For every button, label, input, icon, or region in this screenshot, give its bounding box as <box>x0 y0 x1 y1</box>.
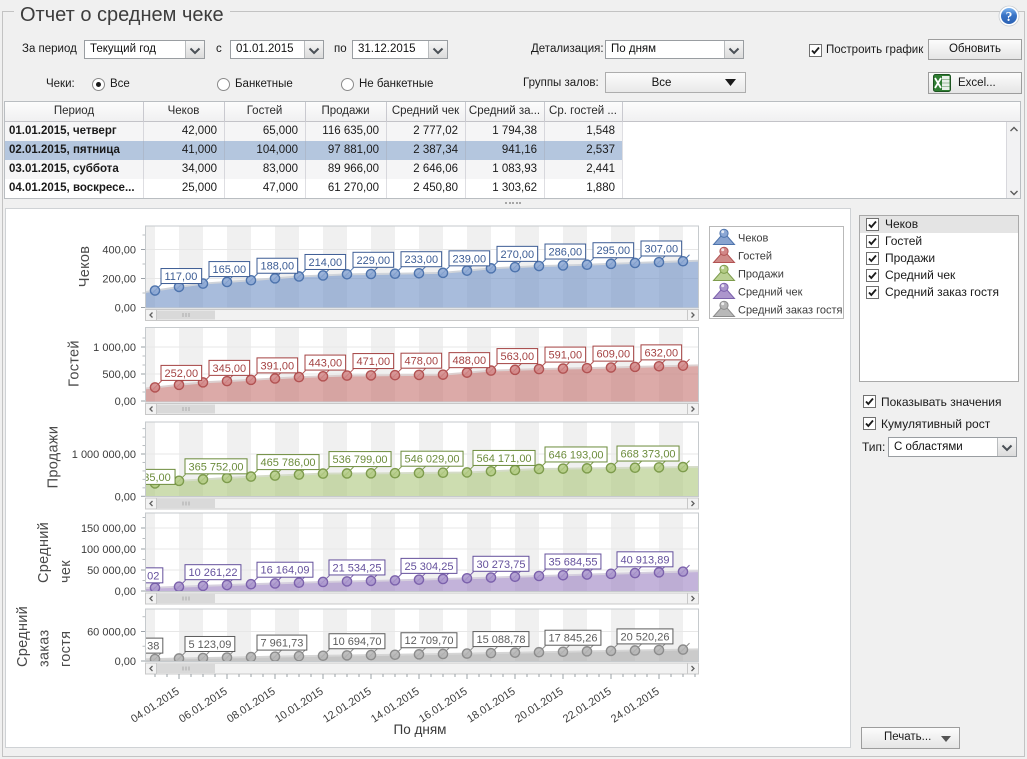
svg-text:15 088,78: 15 088,78 <box>477 634 526 646</box>
svg-text:443,00: 443,00 <box>309 358 343 370</box>
svg-text:заказ: заказ <box>37 630 53 667</box>
svg-text:25 304,25: 25 304,25 <box>405 561 454 573</box>
svg-text:0,00: 0,00 <box>115 586 136 598</box>
svg-text:0,00: 0,00 <box>115 491 136 503</box>
svg-text:04.01.2015: 04.01.2015 <box>129 685 182 725</box>
svg-text:165,00: 165,00 <box>213 264 247 276</box>
svg-text:295,00: 295,00 <box>597 245 631 257</box>
svg-text:30 273,75: 30 273,75 <box>477 559 526 571</box>
svg-text:0,00: 0,00 <box>115 396 136 408</box>
svg-text:14.01.2015: 14.01.2015 <box>369 685 422 725</box>
svg-text:12 709,70: 12 709,70 <box>405 635 454 647</box>
svg-text:307,00: 307,00 <box>645 243 679 255</box>
svg-text:40 913,89: 40 913,89 <box>621 554 670 566</box>
svg-text:16 164,09: 16 164,09 <box>261 565 310 577</box>
svg-text:400,00: 400,00 <box>102 245 136 257</box>
svg-text:Средний чек: Средний чек <box>738 286 803 298</box>
svg-text:08.01.2015: 08.01.2015 <box>225 685 278 725</box>
svg-text:536 799,00: 536 799,00 <box>333 454 388 466</box>
svg-text:188,00: 188,00 <box>261 261 295 273</box>
svg-text:563,00: 563,00 <box>501 351 535 363</box>
svg-text:117,00: 117,00 <box>165 271 198 283</box>
svg-text:365 752,00: 365 752,00 <box>189 461 244 473</box>
svg-text:10.01.2015: 10.01.2015 <box>273 685 326 725</box>
svg-text:7 961,73: 7 961,73 <box>261 638 304 650</box>
svg-text:24.01.2015: 24.01.2015 <box>609 685 662 725</box>
svg-text:20.01.2015: 20.01.2015 <box>513 685 566 725</box>
svg-text:Средний: Средний <box>36 522 52 583</box>
svg-text:465 786,00: 465 786,00 <box>261 457 316 469</box>
svg-text:12.01.2015: 12.01.2015 <box>321 685 374 725</box>
svg-text:По дням: По дням <box>394 722 447 737</box>
svg-text:0,00: 0,00 <box>115 656 136 668</box>
svg-text:500,00: 500,00 <box>102 369 136 381</box>
svg-text:Продажи: Продажи <box>738 268 784 280</box>
svg-text:1 794,38: 1 794,38 <box>117 641 160 653</box>
svg-text:1 000 000,00: 1 000 000,00 <box>72 449 136 461</box>
svg-text:Продажи: Продажи <box>46 426 62 489</box>
svg-text:0,00: 0,00 <box>115 303 136 315</box>
svg-text:35 684,55: 35 684,55 <box>549 557 598 569</box>
svg-text:17 845,26: 17 845,26 <box>549 633 598 645</box>
svg-text:150 000,00: 150 000,00 <box>81 523 136 535</box>
svg-text:Средний: Средний <box>15 606 31 667</box>
svg-text:591,00: 591,00 <box>549 350 583 362</box>
svg-text:609,00: 609,00 <box>597 349 631 361</box>
svg-text:Чеков: Чеков <box>77 246 93 288</box>
svg-text:229,00: 229,00 <box>357 255 391 267</box>
svg-text:488,00: 488,00 <box>453 355 487 367</box>
svg-text:50 000,00: 50 000,00 <box>87 565 136 577</box>
svg-text:270,00: 270,00 <box>501 249 535 261</box>
svg-text:16.01.2015: 16.01.2015 <box>417 685 470 725</box>
svg-text:06.01.2015: 06.01.2015 <box>177 685 230 725</box>
svg-text:?: ? <box>1006 9 1013 24</box>
svg-text:471,00: 471,00 <box>357 356 391 368</box>
svg-text:200,00: 200,00 <box>102 274 136 286</box>
svg-text:гостя: гостя <box>58 631 74 667</box>
svg-text:Гостей: Гостей <box>738 250 772 262</box>
svg-text:286,00: 286,00 <box>549 247 583 259</box>
svg-text:632,00: 632,00 <box>645 347 679 359</box>
svg-text:546 029,00: 546 029,00 <box>405 454 460 466</box>
svg-text:1 000,00: 1 000,00 <box>93 342 136 354</box>
svg-text:Чеков: Чеков <box>738 232 769 244</box>
svg-text:478,00: 478,00 <box>405 356 439 368</box>
svg-text:233,00: 233,00 <box>405 254 439 266</box>
svg-text:5 123,09: 5 123,09 <box>189 639 232 651</box>
svg-text:10 261,22: 10 261,22 <box>189 567 238 579</box>
svg-text:100 000,00: 100 000,00 <box>81 544 136 556</box>
svg-text:20 520,26: 20 520,26 <box>621 631 670 643</box>
svg-text:252,00: 252,00 <box>165 368 199 380</box>
svg-text:Средний заказ гостя: Средний заказ гостя <box>738 304 843 316</box>
svg-text:10 694,70: 10 694,70 <box>333 636 382 648</box>
svg-text:21 534,25: 21 534,25 <box>333 562 382 574</box>
svg-text:чек: чек <box>58 560 74 583</box>
svg-text:646 193,00: 646 193,00 <box>549 449 604 461</box>
svg-text:668 373,00: 668 373,00 <box>621 449 676 461</box>
svg-text:Гостей: Гостей <box>66 340 82 387</box>
svg-text:18.01.2015: 18.01.2015 <box>465 685 518 725</box>
svg-text:116 635,00: 116 635,00 <box>117 472 171 484</box>
svg-text:214,00: 214,00 <box>309 257 343 269</box>
svg-text:391,00: 391,00 <box>261 360 295 372</box>
svg-text:60 000,00: 60 000,00 <box>87 626 136 638</box>
svg-text:22.01.2015: 22.01.2015 <box>561 685 614 725</box>
svg-text:564 171,00: 564 171,00 <box>477 453 532 465</box>
svg-text:345,00: 345,00 <box>213 363 247 375</box>
svg-text:239,00: 239,00 <box>453 253 487 265</box>
